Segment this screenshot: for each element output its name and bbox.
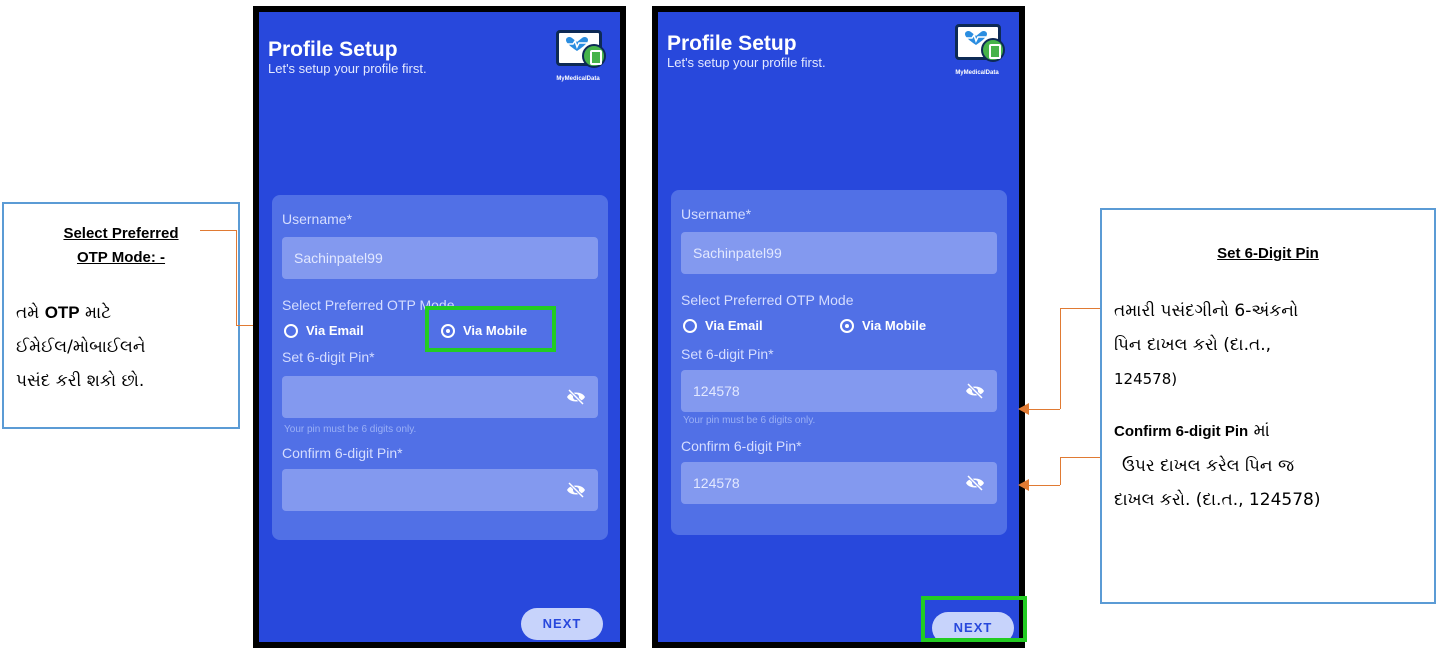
app-logo: MyMedicalData <box>947 20 1007 84</box>
eye-off-icon[interactable] <box>965 382 985 400</box>
page-title: Profile Setup <box>268 38 398 61</box>
username-value: Sachinpatel99 <box>693 245 782 261</box>
otp-via-email-radio[interactable]: Via Email <box>683 318 763 333</box>
otp-connector-vertical <box>236 230 237 326</box>
next-button[interactable]: NEXT <box>521 608 603 640</box>
username-value: Sachinpatel99 <box>294 250 383 266</box>
phone-screen-2: Profile Setup Let's setup your profile f… <box>652 6 1025 648</box>
pin-connector-horizontal <box>1028 409 1060 410</box>
confirm-pin-input[interactable]: 124578 <box>681 462 997 504</box>
clipboard-icon <box>981 38 1005 62</box>
otp-via-email-label: Via Email <box>306 323 364 338</box>
via-mobile-highlight <box>425 306 556 352</box>
confirm-connector-horizontal <box>1028 485 1060 486</box>
otp-via-mobile-label: Via Mobile <box>862 318 927 333</box>
radio-unchecked-icon <box>683 318 697 333</box>
otp-callout-body: તમે OTP માટે ઈમેઈલ/મોબાઈલને પસંદ કરી શકો… <box>16 303 146 391</box>
pin-hint: Your pin must be 6 digits only. <box>683 415 816 426</box>
pin-callout-body: તમારી પસંદગીનો 6-અંકનો પિન દાખલ કરો (દા.… <box>1114 301 1321 510</box>
username-field[interactable]: Sachinpatel99 <box>282 237 598 279</box>
page-title: Profile Setup <box>667 32 797 55</box>
otp-mode-label: Select Preferred OTP Mode <box>681 292 854 308</box>
pin-label: Set 6-digit Pin* <box>282 349 375 365</box>
pin-callout: Set 6-Digit Pin તમારી પસંદગીનો 6-અંકનો પ… <box>1100 208 1436 604</box>
radio-unchecked-icon <box>284 323 298 338</box>
confirm-pin-label: Confirm 6-digit Pin* <box>282 445 403 461</box>
eye-off-icon[interactable] <box>566 388 586 406</box>
confirm-pin-value: 124578 <box>693 475 740 491</box>
next-button-highlight <box>921 596 1027 642</box>
username-label: Username* <box>282 211 353 227</box>
eye-off-icon[interactable] <box>566 481 586 499</box>
otp-via-email-label: Via Email <box>705 318 763 333</box>
pin-connector-vertical <box>1060 308 1061 409</box>
confirm-pin-input[interactable] <box>282 469 598 511</box>
otp-via-email-radio[interactable]: Via Email <box>284 323 364 338</box>
otp-via-mobile-radio[interactable]: Via Mobile <box>840 318 926 333</box>
confirm-connector-vertical <box>1060 457 1061 485</box>
confirm-connector-top <box>1060 457 1105 458</box>
pin-label: Set 6-digit Pin* <box>681 346 774 362</box>
brand-name: MyMedicalData <box>955 70 999 76</box>
brand-name: MyMedicalData <box>556 76 600 82</box>
otp-mode-callout: Select Preferred OTP Mode: - તમે OTP માટ… <box>2 202 240 429</box>
profile-form-card: Username* Sachinpatel99 Select Preferred… <box>671 190 1007 535</box>
pin-input[interactable] <box>282 376 598 418</box>
radio-checked-icon <box>840 318 854 333</box>
pin-value: 124578 <box>693 383 740 399</box>
otp-connector-top <box>200 230 236 231</box>
profile-setup-screen-filled: Profile Setup Let's setup your profile f… <box>658 12 1019 642</box>
clipboard-icon <box>582 44 606 68</box>
confirm-pin-label: Confirm 6-digit Pin* <box>681 438 802 454</box>
pin-hint: Your pin must be 6 digits only. <box>284 424 417 435</box>
pin-input[interactable]: 124578 <box>681 370 997 412</box>
page-subtitle: Let's setup your profile first. <box>667 55 826 70</box>
pin-callout-title: Set 6-Digit Pin <box>1217 245 1319 262</box>
username-label: Username* <box>681 206 752 222</box>
app-logo: MyMedicalData <box>548 26 608 90</box>
profile-form-card: Username* Sachinpatel99 Select Preferred… <box>272 195 608 540</box>
pin-connector-top <box>1060 308 1105 309</box>
username-field[interactable]: Sachinpatel99 <box>681 232 997 274</box>
eye-off-icon[interactable] <box>965 474 985 492</box>
page-subtitle: Let's setup your profile first. <box>268 61 427 76</box>
